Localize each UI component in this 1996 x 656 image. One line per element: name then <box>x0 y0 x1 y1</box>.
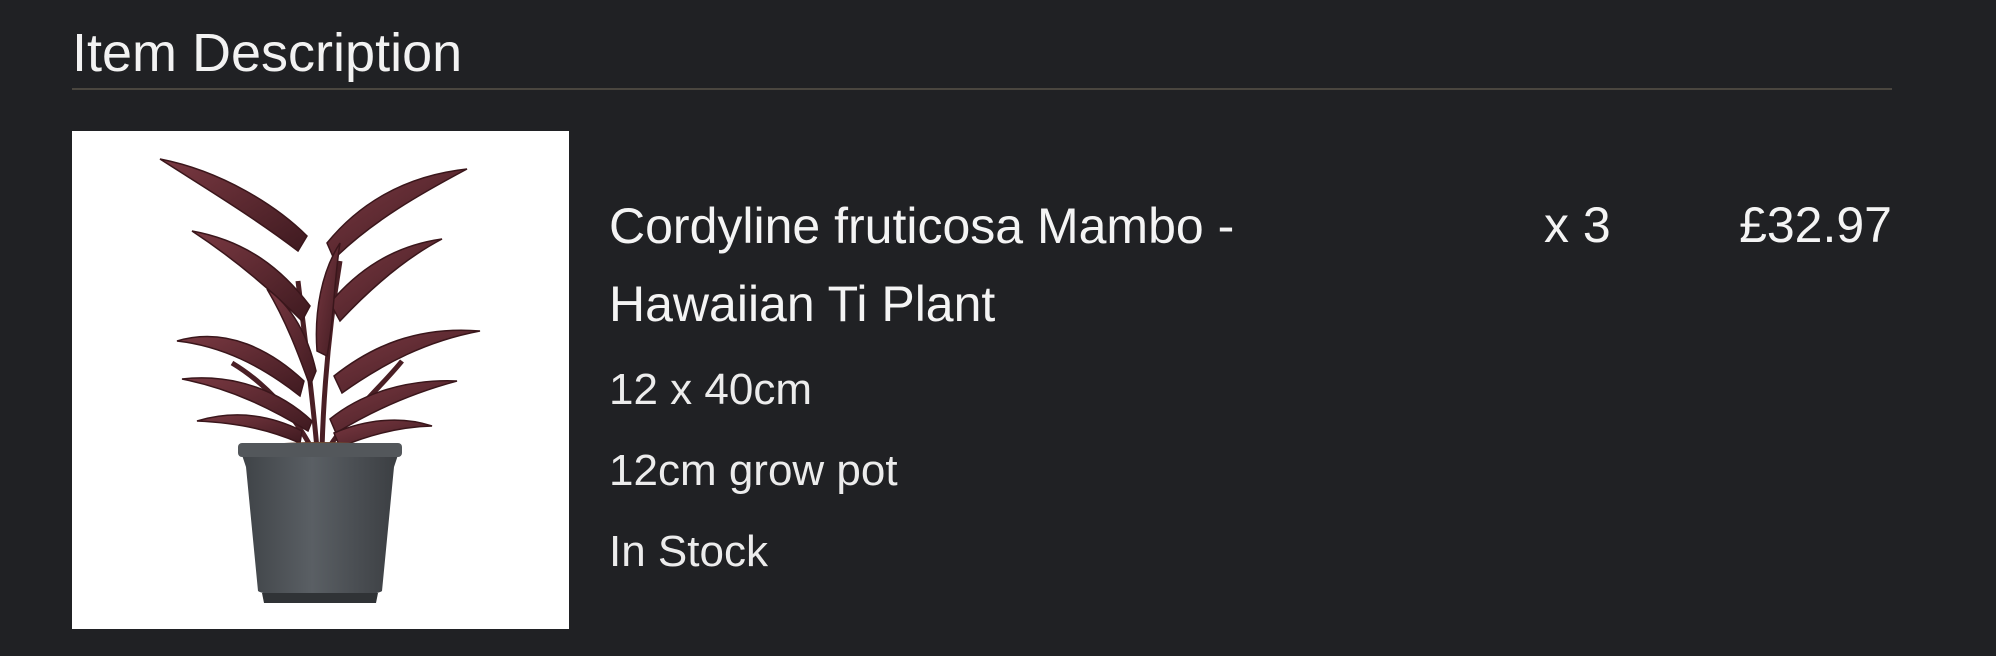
plant-icon <box>159 158 481 603</box>
product-pot: 12cm grow pot <box>609 446 898 495</box>
section-title: Item Description <box>72 23 463 83</box>
product-size: 12 x 40cm <box>609 365 812 414</box>
cart-item-row[interactable]: Cordyline fruticosa Mambo - Hawaiian Ti … <box>72 131 1892 629</box>
product-image[interactable] <box>72 131 569 629</box>
stock-status: In Stock <box>609 527 768 576</box>
product-name[interactable]: Cordyline fruticosa Mambo - Hawaiian Ti … <box>609 187 1369 343</box>
item-quantity: x 3 <box>1544 197 1611 253</box>
item-details: Cordyline fruticosa Mambo - Hawaiian Ti … <box>609 187 1369 579</box>
item-description-header: Item Description <box>72 14 1892 90</box>
item-price: £32.97 <box>1739 197 1892 253</box>
